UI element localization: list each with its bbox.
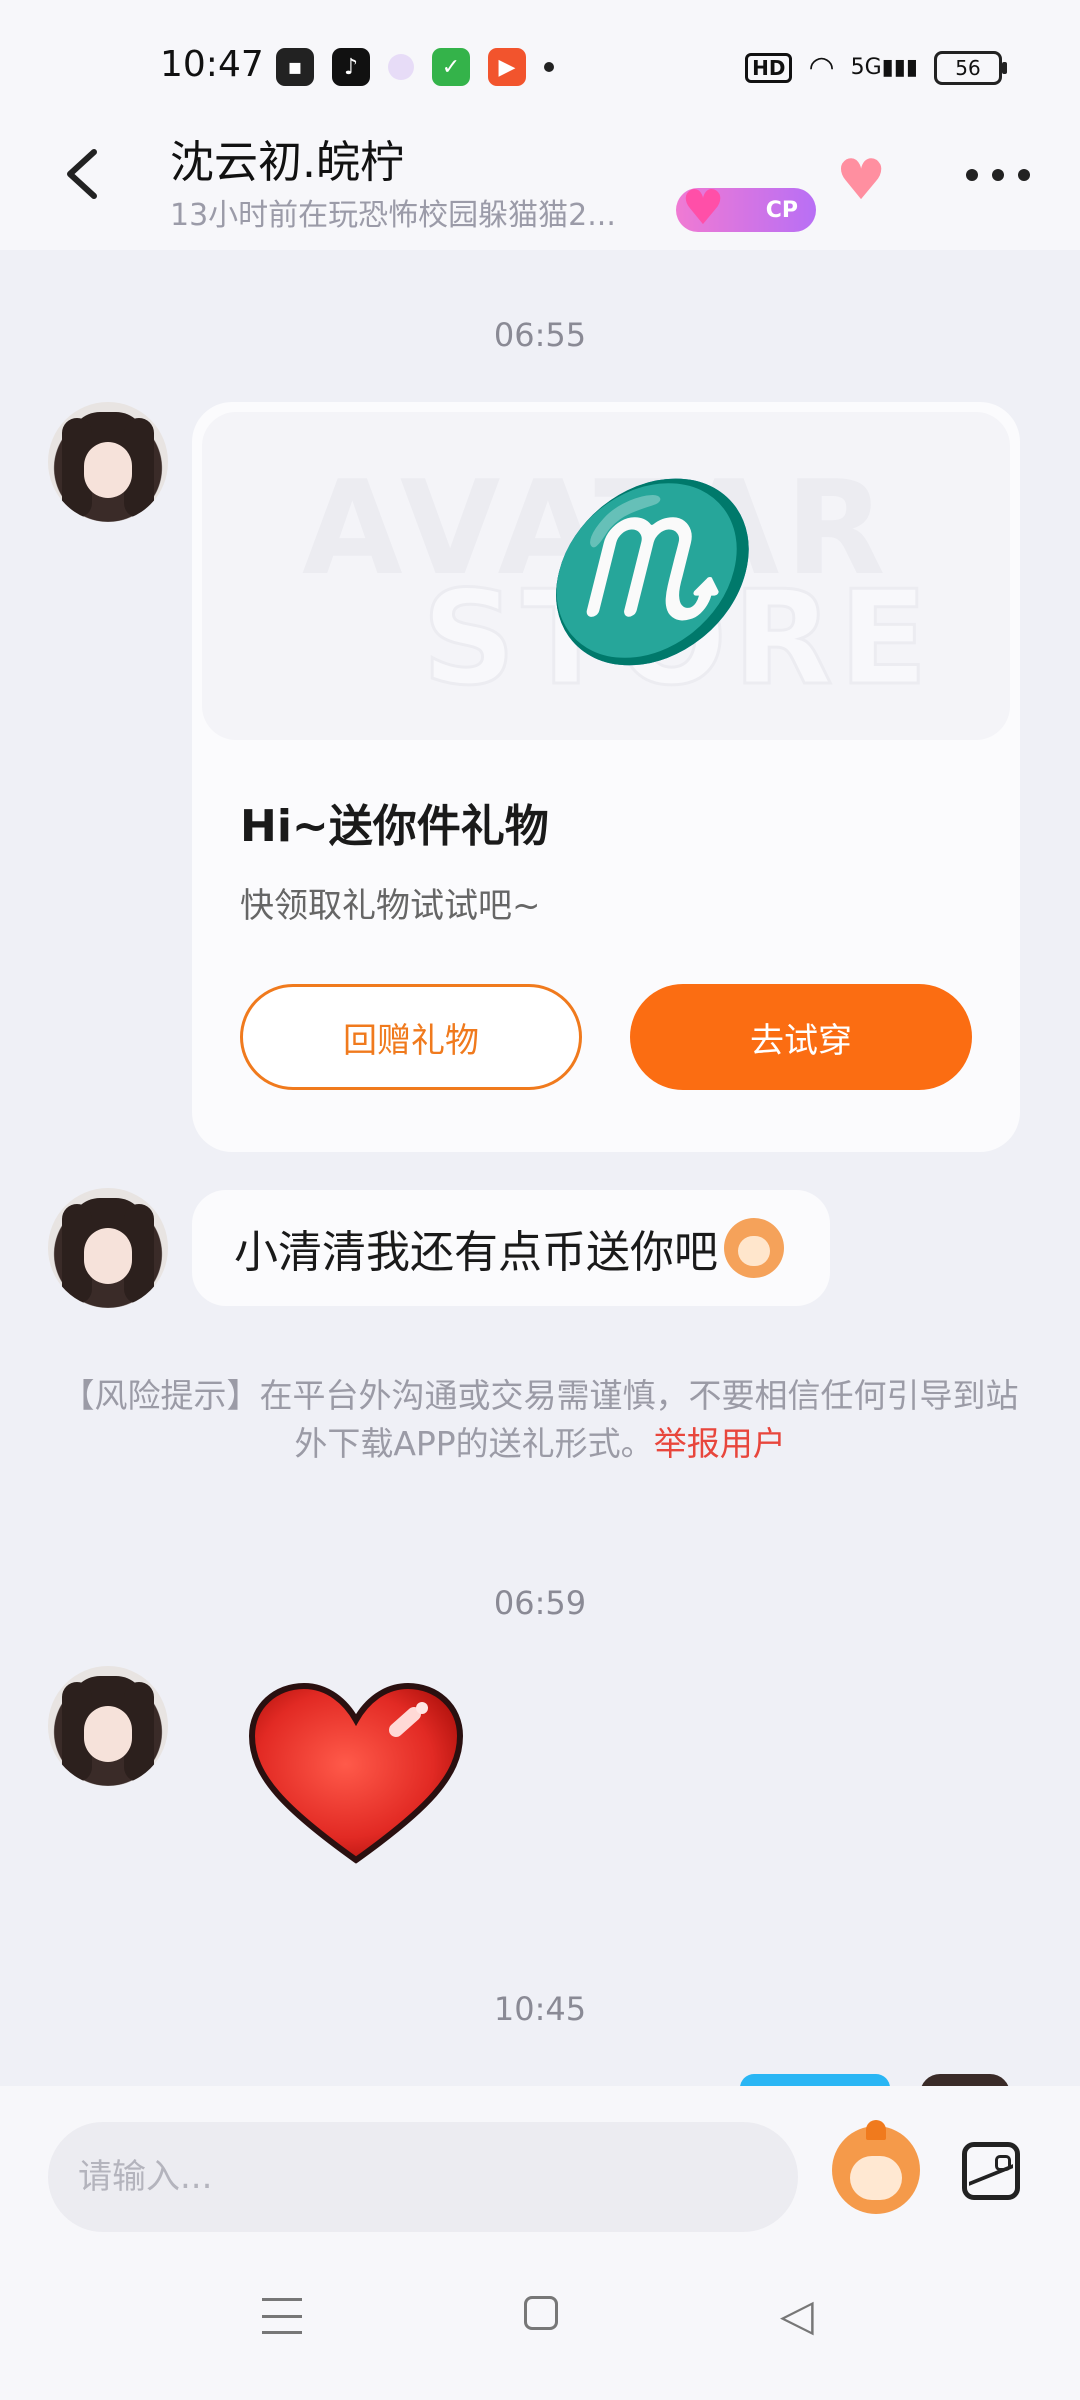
battery-icon: 56 [934, 50, 1007, 85]
app-notification-icon [388, 54, 414, 80]
status-bar: 10:47 ▪ ♪ ✓ ▶ HD ◠ 5G▮▮▮ 56 [0, 0, 1080, 100]
report-user-link[interactable]: 举报用户 [654, 1424, 786, 1463]
status-time: 10:47 [160, 44, 264, 85]
recent-apps-button[interactable] [262, 2298, 302, 2334]
timestamp: 10:45 [493, 1990, 587, 2028]
home-button[interactable] [524, 2296, 558, 2330]
menu-line [262, 2314, 302, 2318]
cp-badge[interactable]: ♥ CP [676, 180, 816, 236]
try-on-button[interactable]: 去试穿 [630, 984, 972, 1090]
message-bubble[interactable]: 小清清我还有点币送你吧 [192, 1190, 830, 1306]
winged-heart-icon: ♥ [681, 180, 725, 236]
timestamp: 06:59 [493, 1584, 587, 1622]
system-navigation-bar: ◁ [0, 2290, 1080, 2370]
message-text: 小清清我还有点币送你吧 [234, 1227, 718, 1278]
risk-notice: 【风险提示】在平台外沟通或交易需谨慎，不要相信任何引导到站外下载APP的送礼形式… [60, 1372, 1020, 1468]
back-triangle-icon[interactable]: ◁ [780, 2290, 814, 2341]
gift-card[interactable]: AVATAR STORE ♏ Hi~送你件礼物 快领取礼物试试吧~ 回赠礼物 去… [192, 402, 1020, 1152]
app-notification-icon: ▪ [276, 48, 314, 86]
wifi-icon: ◠ [808, 50, 835, 85]
back-button[interactable] [52, 144, 112, 204]
shield-icon: ✓ [432, 48, 470, 86]
notification-icons: ▪ ♪ ✓ ▶ [276, 48, 554, 86]
avatar-face [84, 1228, 132, 1284]
dot [992, 169, 1004, 181]
scorpio-symbol-icon: ♏ [532, 473, 744, 671]
mascot-emoji-icon [724, 1218, 784, 1278]
risk-notice-text: 【风险提示】在平台外沟通或交易需谨慎，不要相信任何引导到站外下载APP的送礼形式… [61, 1376, 1019, 1463]
gift-title: Hi~送你件礼物 [240, 801, 549, 852]
cp-label: CP [765, 197, 798, 223]
more-notifications-dot [544, 62, 554, 72]
avatar-face [84, 442, 132, 498]
sender-avatar[interactable] [48, 1666, 168, 1786]
status-indicators: HD ◠ 5G▮▮▮ 56 [745, 50, 1007, 85]
video-app-icon: ▶ [488, 48, 526, 86]
hd-icon: HD [745, 52, 793, 83]
timestamp: 06:55 [493, 316, 587, 354]
gift-preview[interactable]: AVATAR STORE ♏ [202, 412, 1010, 740]
dot [966, 169, 978, 181]
contact-status: 13小时前在玩恐怖校园躲猫猫2... [170, 198, 616, 233]
avatar-face [84, 1706, 132, 1762]
signal-icon: 5G▮▮▮ [850, 55, 918, 80]
heart-sticker-icon[interactable] [246, 1680, 466, 1870]
menu-line [262, 2331, 302, 2334]
image-picker-icon[interactable] [962, 2142, 1020, 2200]
dot [1018, 169, 1030, 181]
contact-name[interactable]: 沈云初.皖柠 [170, 126, 404, 190]
tiktok-icon: ♪ [332, 48, 370, 86]
chat-header: 沈云初.皖柠 13小时前在玩恐怖校园躲猫猫2... ♥ CP ♥ [0, 100, 1080, 250]
network-type: 5G [850, 55, 882, 80]
message-input[interactable] [48, 2122, 798, 2232]
chevron-left-icon [67, 149, 97, 199]
battery-level: 56 [955, 55, 981, 80]
return-gift-button[interactable]: 回赠礼物 [240, 984, 582, 1090]
sender-avatar[interactable] [48, 1188, 168, 1308]
gift-subtitle: 快领取礼物试试吧~ [240, 886, 541, 926]
intimacy-heart-icon[interactable]: ♥ [836, 148, 886, 213]
menu-line [262, 2298, 302, 2301]
sender-avatar[interactable] [48, 402, 168, 522]
emoji-mascot-button[interactable] [832, 2120, 920, 2214]
more-button[interactable] [966, 160, 1030, 190]
